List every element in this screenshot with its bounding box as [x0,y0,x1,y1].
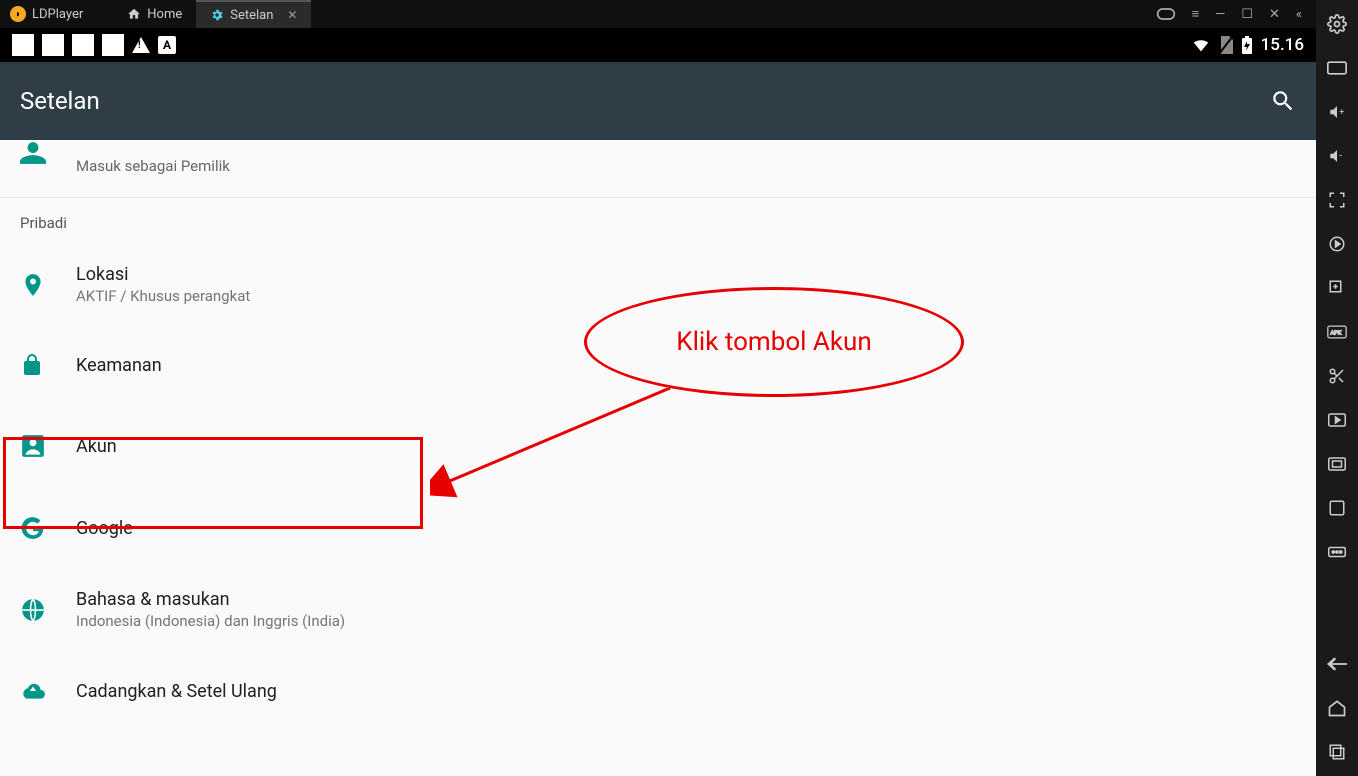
wifi-icon [1191,37,1211,53]
sidebar-sync-icon[interactable] [1325,232,1349,256]
app-name: LDPlayer [32,7,83,22]
annotation-ellipse: Klik tombol Akun [584,287,964,397]
settings-content: Pengguna Masuk sebagai Pemilik Pribadi L… [0,140,1316,776]
sidebar-scissors-icon[interactable] [1325,364,1349,388]
svg-text:-: - [1339,148,1342,161]
user-icon [20,140,76,166]
emulator-sidebar: + - APK [1316,0,1358,776]
titlebar: ◗ LDPlayer Home Setelan ✕ ≡ — ☐ ✕ [0,0,1316,28]
settings-icon [210,8,224,22]
account-icon [20,433,76,459]
sidebar-apk-icon[interactable]: APK [1325,320,1349,344]
collapse-icon[interactable]: « [1296,7,1302,22]
backup-icon [20,678,76,704]
warning-icon [132,37,150,53]
nav-recent-icon[interactable] [1325,740,1349,764]
svg-text:+: + [1339,108,1344,118]
row-title: Akun [76,436,117,457]
menu-icon[interactable]: ≡ [1192,6,1200,22]
sidebar-keyboard-icon[interactable] [1325,56,1349,80]
nav-home-icon[interactable] [1325,696,1349,720]
sidebar-screenshot-icon[interactable] [1325,452,1349,476]
lock-icon [20,353,76,377]
row-subtitle: Masuk sebagai Pemilik [76,157,230,175]
globe-icon [20,597,76,623]
page-title: Setelan [20,87,100,115]
settings-header: Setelan [0,62,1316,140]
no-sim-icon [1219,36,1233,54]
sidebar-multi-instance-icon[interactable] [1325,276,1349,300]
row-title: Bahasa & masukan [76,589,345,610]
android-statusbar: A 15.16 [0,28,1316,62]
status-placeholder-icon [42,34,64,56]
row-subtitle: Indonesia (Indonesia) dan Inggris (India… [76,612,345,630]
home-icon [127,7,141,21]
nav-back-icon[interactable] [1325,652,1349,676]
location-icon [20,272,76,298]
tab-home[interactable]: Home [113,0,196,28]
ldplayer-logo-icon: ◗ [10,6,26,22]
row-subtitle: AKTIF / Khusus perangkat [76,287,250,305]
status-placeholder-icon [12,34,34,56]
sidebar-settings-icon[interactable] [1325,12,1349,36]
sidebar-volume-down-icon[interactable]: - [1325,144,1349,168]
row-title: Cadangkan & Setel Ulang [76,681,277,702]
sidebar-more-icon[interactable] [1325,540,1349,564]
status-placeholder-icon [102,34,124,56]
sidebar-rotate-icon[interactable] [1325,496,1349,520]
settings-row-users[interactable]: Pengguna Masuk sebagai Pemilik [0,140,1316,189]
close-window-icon[interactable]: ✕ [1269,7,1280,22]
status-time: 15.16 [1261,35,1304,55]
sidebar-record-icon[interactable] [1325,408,1349,432]
window-controls: ≡ — ☐ ✕ « [1156,6,1316,22]
annotation-arrow-icon [430,388,680,508]
minimize-icon[interactable]: — [1215,7,1225,22]
svg-text:APK: APK [1330,331,1341,337]
section-label-personal: Pribadi [0,198,1316,242]
sidebar-volume-up-icon[interactable]: + [1325,100,1349,124]
settings-row-language[interactable]: Bahasa & masukan Indonesia (Indonesia) d… [0,567,1316,652]
google-icon [20,515,76,541]
maximize-icon[interactable]: ☐ [1241,7,1253,22]
search-icon[interactable] [1270,88,1296,114]
battery-icon [1241,36,1253,54]
row-title: Lokasi [76,264,250,285]
tab-label: Home [147,7,182,22]
row-title: Keamanan [76,355,162,376]
status-placeholder-icon [72,34,94,56]
tab-label: Setelan [230,8,273,23]
close-tab-icon[interactable]: ✕ [287,8,297,22]
row-title: Google [76,518,133,539]
keyboard-icon: A [158,36,176,54]
tab-setelan[interactable]: Setelan ✕ [196,0,311,28]
sidebar-fullscreen-icon[interactable] [1325,188,1349,212]
gamepad-icon[interactable] [1156,7,1176,21]
settings-row-backup[interactable]: Cadangkan & Setel Ulang [0,652,1316,730]
annotation-text: Klik tombol Akun [676,327,872,357]
